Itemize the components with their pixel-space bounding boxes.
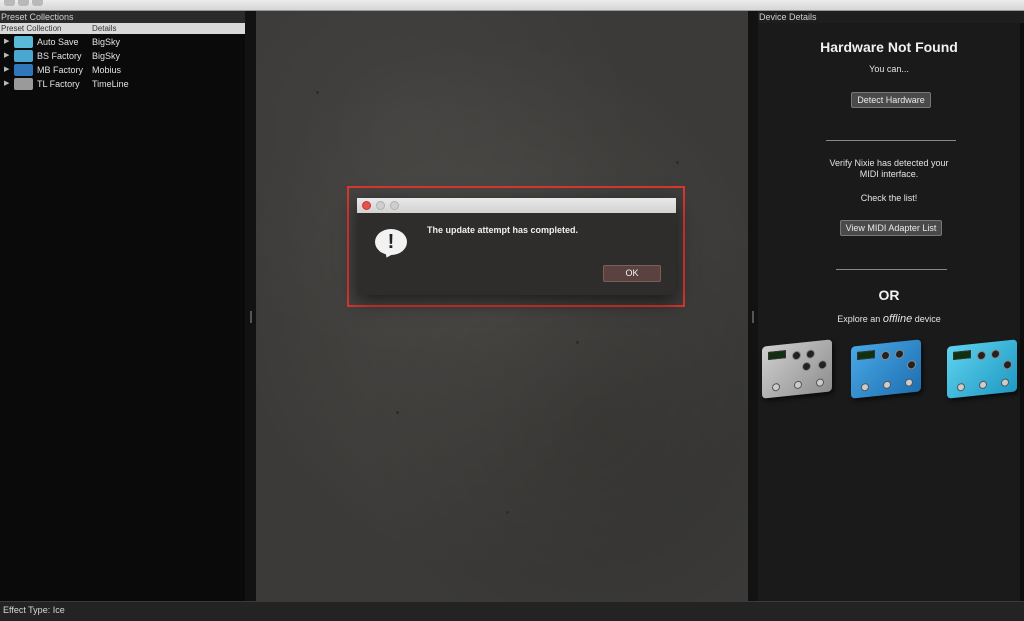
knob-icon [802, 361, 811, 372]
dialog-minimize-button [376, 201, 385, 210]
knob-icon [991, 349, 1000, 360]
footswitch-icon [816, 378, 824, 388]
texture-speck [676, 161, 679, 164]
or-heading: OR [878, 287, 900, 303]
you-can-text: You can... [869, 64, 909, 74]
footswitch-icon [979, 380, 987, 390]
dialog-zoom-button [390, 201, 399, 210]
preset-details: BigSky [92, 51, 121, 61]
pedal-thumbnail [14, 36, 33, 48]
knob-icon [977, 350, 986, 361]
preset-name: TL Factory [37, 79, 80, 89]
detect-hardware-button[interactable]: Detect Hardware [851, 92, 931, 108]
dialog-message: The update attempt has completed. [427, 225, 579, 235]
window-titlebar [0, 0, 1024, 11]
mobius-pedal-image[interactable] [851, 339, 921, 399]
disclosure-triangle-icon[interactable]: ▶ [4, 63, 9, 77]
footswitch-icon [861, 382, 869, 392]
preset-table-header: Preset Collection Details [0, 23, 245, 34]
pedal-thumbnail [14, 78, 33, 90]
status-bar: Effect Type: Ice [0, 601, 1024, 621]
verify-line: Verify Nixie has detected your [829, 158, 949, 168]
ok-button[interactable]: OK [603, 265, 661, 282]
footswitch-icon [883, 380, 891, 390]
bigsky-pedal-image[interactable] [947, 339, 1017, 399]
splitter-grip-icon[interactable] [752, 311, 754, 323]
preset-collections-panel: Preset Collections Preset Collection Det… [0, 11, 245, 601]
explore-prefix: Explore an [837, 314, 881, 324]
pedal-screen [768, 350, 786, 361]
preset-details: Mobius [92, 65, 122, 75]
window-close-button[interactable] [4, 0, 15, 6]
knob-icon [818, 359, 827, 370]
column-header-details[interactable]: Details [92, 23, 116, 34]
disclosure-triangle-icon[interactable]: ▶ [4, 49, 9, 63]
knob-icon [895, 349, 904, 360]
divider [826, 140, 956, 141]
splitter-grip-icon[interactable] [250, 311, 252, 323]
check-list-text: Check the list! [860, 193, 918, 203]
preset-row[interactable]: ▶ MB Factory Mobius [0, 63, 245, 77]
preset-name: MB Factory [37, 65, 84, 75]
right-splitter[interactable] [748, 11, 758, 601]
texture-speck [506, 511, 509, 514]
preset-row[interactable]: ▶ TL Factory TimeLine [0, 77, 245, 91]
preset-name: Auto Save [37, 37, 79, 47]
knob-icon [792, 350, 801, 361]
hardware-not-found-heading: Hardware Not Found [820, 39, 958, 55]
dialog-close-button[interactable] [362, 201, 371, 210]
knob-icon [907, 359, 916, 370]
texture-speck [316, 91, 319, 94]
footswitch-icon [772, 382, 780, 392]
knob-icon [806, 349, 815, 360]
pedal-screen [953, 350, 971, 361]
preset-row[interactable]: ▶ BS Factory BigSky [0, 49, 245, 63]
preset-details: BigSky [92, 37, 121, 47]
knob-icon [1003, 359, 1012, 370]
view-midi-adapter-list-button[interactable]: View MIDI Adapter List [840, 220, 942, 236]
explore-offline-text: Explore an offline device [758, 313, 1020, 325]
pedal-thumbnail [14, 50, 33, 62]
preset-row[interactable]: ▶ Auto Save BigSky [0, 35, 245, 49]
preset-details: TimeLine [92, 79, 129, 89]
footswitch-icon [794, 380, 802, 390]
device-details-panel: Device Details Hardware Not Found You ca… [758, 11, 1024, 601]
window-minimize-button[interactable] [18, 0, 29, 6]
explore-suffix: device [914, 314, 941, 324]
disclosure-triangle-icon[interactable]: ▶ [4, 35, 9, 49]
left-splitter[interactable] [245, 11, 256, 601]
footswitch-icon [905, 378, 913, 388]
texture-speck [576, 341, 579, 344]
verify-line: MIDI interface. [859, 169, 919, 179]
disclosure-triangle-icon[interactable]: ▶ [4, 77, 9, 91]
pedal-screen [857, 350, 875, 361]
alert-icon: ! [375, 229, 407, 260]
timeline-pedal-image[interactable] [762, 339, 832, 399]
verify-text: Verify Nixie has detected your MIDI inte… [758, 158, 1020, 180]
footswitch-icon [957, 382, 965, 392]
dialog-titlebar [357, 198, 676, 213]
preset-name: BS Factory [37, 51, 82, 61]
preset-collections-title: Preset Collections [0, 11, 245, 23]
device-details-title: Device Details [758, 11, 1024, 23]
update-complete-dialog: ! The update attempt has completed. OK [357, 198, 676, 295]
footswitch-icon [1001, 378, 1009, 388]
window-zoom-button[interactable] [32, 0, 43, 6]
pedal-thumbnail [14, 64, 33, 76]
explore-emphasis: offline [882, 313, 913, 325]
divider [836, 269, 947, 270]
column-header-collection[interactable]: Preset Collection [1, 23, 61, 34]
texture-speck [396, 411, 399, 414]
knob-icon [881, 350, 890, 361]
effect-type-label: Effect Type: Ice [3, 605, 65, 615]
